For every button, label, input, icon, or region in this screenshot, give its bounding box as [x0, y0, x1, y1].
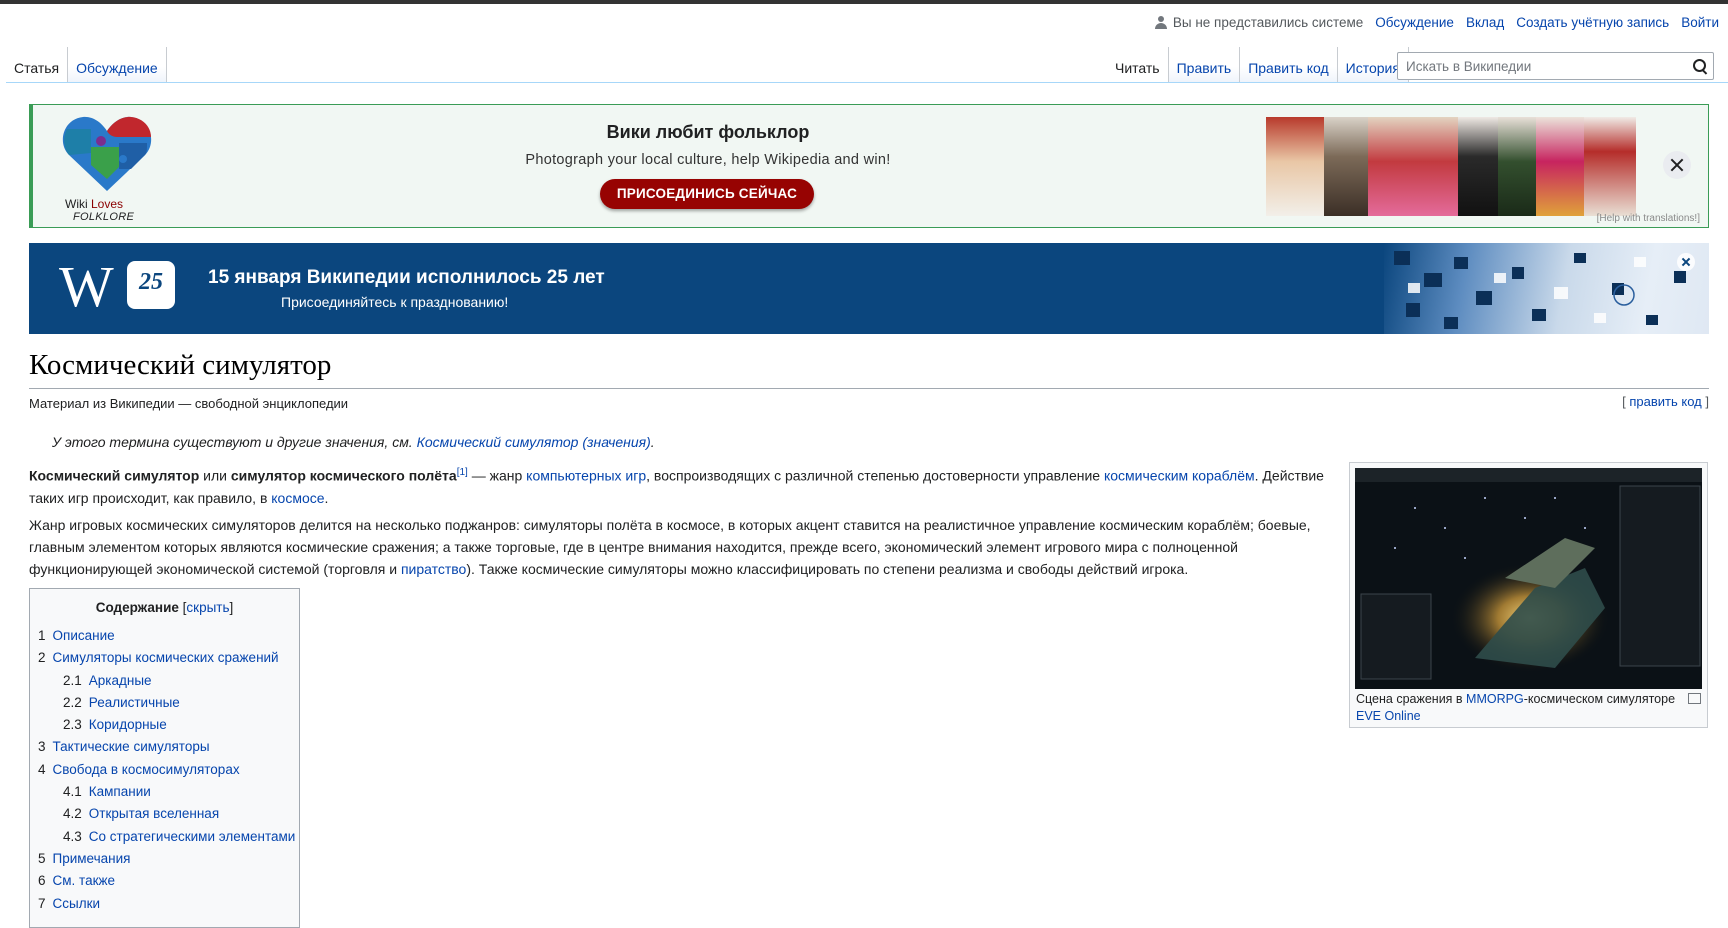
wp25-banner-subtitle: Присоединяйтесь к празднованию!: [281, 294, 509, 310]
toc-item[interactable]: 4.2 Открытая вселенная: [30, 803, 299, 825]
site-tagline: Материал из Википедии — свободной энцикл…: [29, 396, 349, 411]
link-space[interactable]: космосе: [271, 490, 324, 506]
intro-paragraph: Космический симулятор или симулятор косм…: [29, 467, 1324, 506]
puzzle-piece-icon: 25: [127, 261, 175, 309]
logo-caption-line1: Wiki Loves: [65, 197, 124, 211]
wp25-banner-title: 15 января Википедии исполнилось 25 лет: [208, 267, 605, 288]
hatnote: У этого термина существуют и другие знач…: [52, 434, 655, 450]
user-icon: [1154, 15, 1167, 30]
search-input[interactable]: [1398, 58, 1685, 74]
tab-article[interactable]: Статья: [6, 47, 69, 84]
link-spacecraft[interactable]: космическим кораблём: [1104, 468, 1255, 484]
toc-hide-toggle[interactable]: скрыть: [186, 600, 229, 615]
toc-item[interactable]: 6 См. также: [30, 870, 299, 892]
enlarge-icon[interactable]: [1688, 693, 1701, 704]
title-divider: [29, 388, 1709, 389]
anon-text: Вы не представились системе: [1172, 15, 1364, 30]
disambiguation-link[interactable]: Космический симулятор (значения): [417, 434, 651, 450]
toc-item[interactable]: 2 Симуляторы космических сражений: [30, 647, 299, 669]
reference-link[interactable]: [1]: [457, 467, 468, 478]
table-of-contents: Содержание [скрыть] 1 Описание 2 Симулятор…: [29, 588, 300, 928]
link-computer-games[interactable]: компьютерных игр: [526, 468, 646, 484]
logo-caption-line2: FOLKLORE: [73, 211, 135, 223]
folklore-banner-title: Вики любит фольклор: [606, 122, 810, 142]
article-thumbnail: Сцена сражения в MMORPG-космическом симу…: [1349, 462, 1708, 728]
tabs-divider: [6, 82, 1728, 83]
anon-status: Вы не представились системе: [1154, 15, 1364, 30]
thumbnail-caption: Сцена сражения в MMORPG-космическом симу…: [1356, 692, 1676, 723]
tab-talk[interactable]: Обсуждение: [68, 47, 167, 83]
toc-item[interactable]: 7 Ссылки: [30, 893, 299, 915]
folklore-banner-subtitle: Photograph your local culture, help Wiki…: [525, 152, 891, 168]
toc-item[interactable]: 2.3 Коридорные: [30, 714, 299, 736]
personal-tools: Вы не представились системе Обсуждение В…: [1154, 15, 1719, 30]
toc-item[interactable]: 1 Описание: [30, 625, 299, 647]
search-box: [1397, 52, 1714, 80]
page-title: Космический симулятор: [29, 349, 332, 381]
namespace-tabs: Статья Обсуждение: [6, 47, 167, 84]
folklore-photo-collage: [1266, 117, 1636, 216]
eve-online-screenshot[interactable]: [1355, 468, 1702, 689]
wikipedia-25-banner[interactable]: W 25 15 января Википедии исполнилось 25 …: [29, 243, 1709, 334]
close-icon[interactable]: [1663, 151, 1691, 179]
toc-item[interactable]: 4.1 Кампании: [30, 781, 299, 803]
toc-item[interactable]: 4 Свобода в космосимуляторах: [30, 759, 299, 781]
tab-edit-source[interactable]: Править код: [1240, 47, 1338, 83]
toc-title: Содержание [скрыть]: [95, 600, 234, 615]
toc-item[interactable]: 3 Тактические симуляторы: [30, 736, 299, 758]
genre-paragraph: Жанр игровых космических симуляторов дел…: [29, 517, 1311, 577]
edit-code-link[interactable]: править код: [1629, 394, 1701, 409]
help-translations-link[interactable]: [Help with translations!]: [1597, 213, 1700, 224]
close-banner-icon[interactable]: [1677, 253, 1695, 271]
wikipedia-w-logo: W: [59, 254, 114, 319]
toc-item[interactable]: 2.2 Реалистичные: [30, 692, 299, 714]
login-link[interactable]: Войти: [1681, 15, 1719, 30]
tab-read[interactable]: Читать: [1107, 47, 1169, 84]
wikipedia-25-logo: W 25: [59, 257, 219, 323]
personal-talk-link[interactable]: Обсуждение: [1375, 15, 1454, 30]
link-mmorpg[interactable]: MMORPG: [1466, 692, 1524, 706]
puzzle-pieces-art: [1394, 251, 1686, 329]
edit-code-section: [ править код ]: [1622, 394, 1709, 409]
toc-item[interactable]: 2.1 Аркадные: [30, 670, 299, 692]
top-edge-bar: [0, 0, 1728, 4]
tab-edit[interactable]: Править: [1168, 47, 1241, 83]
search-icon[interactable]: [1685, 53, 1713, 79]
link-piracy[interactable]: пиратство: [401, 561, 466, 577]
join-now-button[interactable]: ПРИСОЕДИНИСЬ СЕЙЧАС: [600, 179, 814, 209]
space-battle-image: [1355, 468, 1702, 689]
personal-contributions-link[interactable]: Вклад: [1466, 15, 1504, 30]
view-tabs: Читать Править Править код История: [1107, 47, 1409, 84]
toc-list: 1 Описание 2 Симуляторы космических сражен…: [30, 625, 299, 915]
wp25-banner-art: [1384, 243, 1709, 334]
toc-item[interactable]: 4.3 Со стратегическими элементами: [30, 826, 299, 848]
folklore-banner: Wiki Loves FOLKLORE Вики любит фольклор …: [29, 104, 1709, 228]
create-account-link[interactable]: Создать учётную запись: [1516, 15, 1669, 30]
toc-item[interactable]: 5 Примечания: [30, 848, 299, 870]
link-eve-online[interactable]: EVE Online: [1356, 709, 1421, 723]
